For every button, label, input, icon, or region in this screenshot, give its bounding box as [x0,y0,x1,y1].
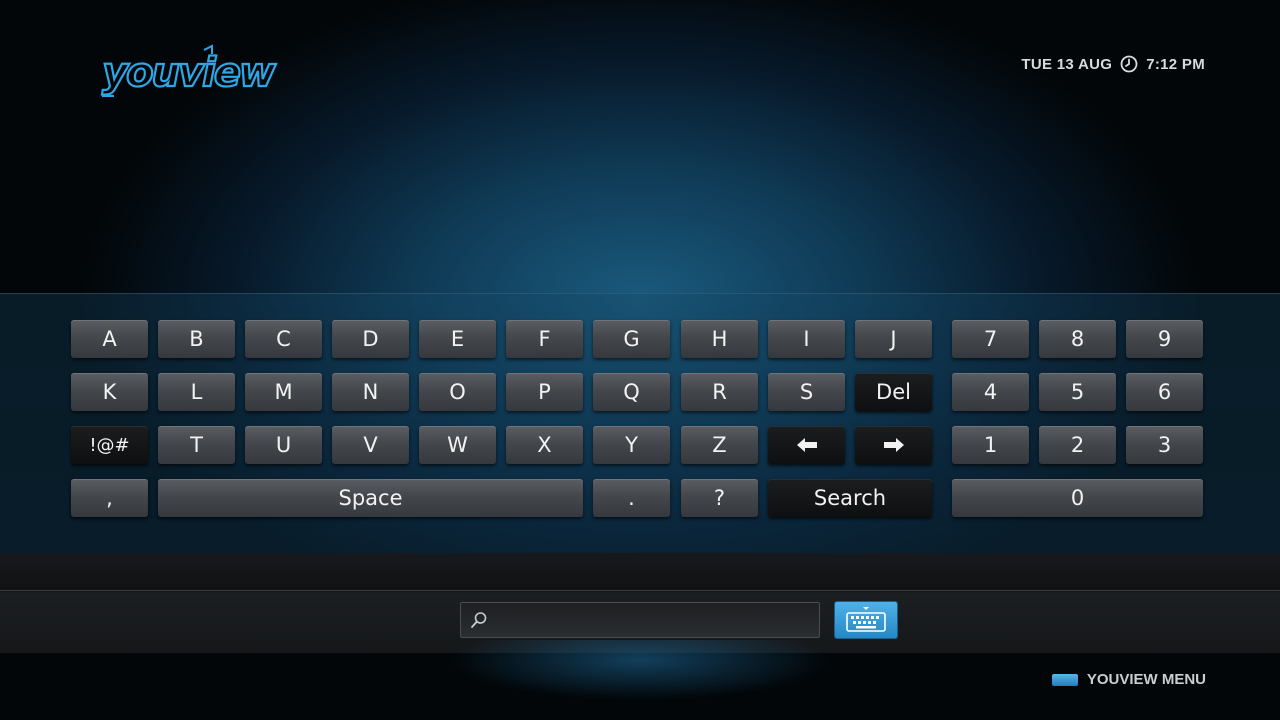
key-s[interactable]: S [768,373,845,411]
space-key[interactable]: Space [158,479,583,517]
key-o[interactable]: O [419,373,496,411]
key-j[interactable]: J [855,320,932,358]
keyboard-icon [846,607,886,632]
key-k[interactable]: K [71,373,148,411]
key-u[interactable]: U [245,426,322,464]
divider [0,590,1280,591]
youview-menu-hint[interactable]: YOUVIEW MENU [1051,671,1206,688]
key-3[interactable]: 3 [1126,426,1203,464]
key-5[interactable]: 5 [1039,373,1116,411]
key-0[interactable]: 0 [952,479,1203,517]
key-t[interactable]: T [158,426,235,464]
key-z[interactable]: Z [681,426,758,464]
key-2[interactable]: 2 [1039,426,1116,464]
date-label: TUE 13 AUG [1021,55,1113,73]
key-comma[interactable]: , [71,479,148,517]
search-field[interactable] [460,602,820,638]
key-8[interactable]: 8 [1039,320,1116,358]
symbols-key[interactable]: !@# [71,426,148,464]
key-v[interactable]: V [332,426,409,464]
cursor-left-key[interactable] [768,426,845,464]
key-4[interactable]: 4 [952,373,1029,411]
key-period[interactable]: . [593,479,670,517]
key-r[interactable]: R [681,373,758,411]
key-l[interactable]: L [158,373,235,411]
clock-icon [1120,55,1138,73]
logo-text: youview [102,50,277,96]
key-x[interactable]: X [506,426,583,464]
key-q[interactable]: Q [593,373,670,411]
key-9[interactable]: 9 [1126,320,1203,358]
key-m[interactable]: M [245,373,322,411]
key-g[interactable]: G [593,320,670,358]
key-d[interactable]: D [332,320,409,358]
youview-logo: youview [101,44,280,97]
key-w[interactable]: W [419,426,496,464]
blue-button-icon [1051,673,1078,686]
cursor-right-key[interactable] [855,426,932,464]
key-i[interactable]: I [768,320,845,358]
search-input[interactable] [494,609,819,631]
menu-hint-label: YOUVIEW MENU [1086,671,1206,688]
key-c[interactable]: C [245,320,322,358]
key-f[interactable]: F [506,320,583,358]
key-b[interactable]: B [158,320,235,358]
delete-key[interactable]: Del [855,373,932,411]
key-1[interactable]: 1 [952,426,1029,464]
key-e[interactable]: E [419,320,496,358]
clock-display: TUE 13 AUG 7:12 PM [1021,54,1205,74]
key-n[interactable]: N [332,373,409,411]
search-icon [471,612,487,628]
arrow-left-icon [796,438,817,452]
key-y[interactable]: Y [593,426,670,464]
key-6[interactable]: 6 [1126,373,1203,411]
key-7[interactable]: 7 [952,320,1029,358]
key-h[interactable]: H [681,320,758,358]
key-question[interactable]: ? [681,479,758,517]
key-a[interactable]: A [71,320,148,358]
arrow-right-icon [883,438,904,452]
time-label: 7:12 PM [1146,55,1205,73]
glow [440,640,840,720]
key-p[interactable]: P [506,373,583,411]
keyboard-toggle-button[interactable] [835,602,897,638]
search-button[interactable]: Search [768,479,932,517]
